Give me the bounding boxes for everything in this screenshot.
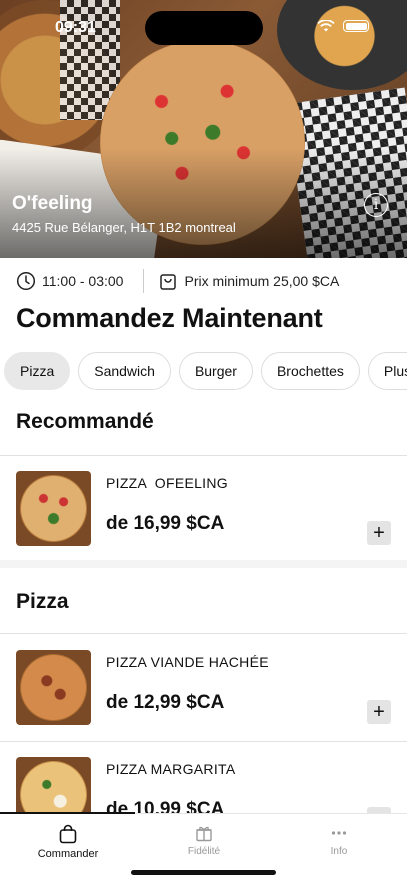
tab-commander[interactable]: Commander [0,824,136,860]
item-name: PIZZA VIANDE HACHÉE [106,654,269,670]
add-to-cart-button[interactable]: + [367,700,391,724]
item-name: PIZZA OFEELING [106,475,228,491]
menu-item[interactable]: PIZZA OFEELING de 16,99 $CA + [0,456,407,556]
ellipsis-icon [331,831,347,835]
active-tab-indicator [0,812,135,814]
hero-plate-top-right [277,0,407,90]
item-price: de 16,99 $CA [106,513,225,534]
minimum-price: Prix minimum 25,00 $CA [184,273,340,289]
home-indicator [131,870,276,875]
gift-icon [196,826,212,842]
status-time: 09:31 [55,19,96,36]
battery-icon [343,20,369,32]
pizza-thumbnail [16,471,91,546]
info-icon[interactable]: i [364,193,388,217]
status-icons [317,20,369,32]
tab-fidelite[interactable]: Fidélité [136,824,272,857]
page-title: Commandez Maintenant [16,303,323,333]
shopping-bag-icon [160,274,177,290]
pizza-thumbnail [16,650,91,725]
divider [0,633,407,634]
wifi-icon [317,20,335,32]
restaurant-name: O'feeling [12,193,93,214]
section-divider [0,560,407,568]
category-chip-pizza[interactable]: Pizza [4,352,71,390]
info-row: 11:00 - 03:00 Prix minimum 25,00 $CA [16,268,339,294]
tab-label: Info [330,846,348,857]
dynamic-island [145,11,263,45]
section-title-recommande: Recommandé [16,410,154,433]
bag-icon [59,824,77,844]
category-chip-brochettes[interactable]: Brochettes [260,352,360,390]
tab-label: Commander [37,848,99,860]
add-to-cart-button[interactable]: + [367,521,391,545]
item-price: de 12,99 $CA [106,692,225,713]
category-chip-burger[interactable]: Burger [178,352,253,390]
item-name: PIZZA MARGARITA [106,761,236,777]
opening-hours: 11:00 - 03:00 [42,273,124,289]
restaurant-address: 4425 Rue Bélanger, H1T 1B2 montreal [12,220,236,235]
category-chip-sandwich[interactable]: Sandwich [78,352,171,390]
info-separator [143,269,145,293]
category-chips: Pizza Sandwich Burger Brochettes Plus [4,352,407,390]
clock-icon [16,271,36,291]
tab-label: Fidélité [187,846,221,857]
section-title-pizza: Pizza [16,590,69,613]
menu-item[interactable]: PIZZA VIANDE HACHÉE de 12,99 $CA + [0,635,407,735]
tab-info[interactable]: Info [271,824,407,857]
category-chip-plus[interactable]: Plus [367,352,407,390]
